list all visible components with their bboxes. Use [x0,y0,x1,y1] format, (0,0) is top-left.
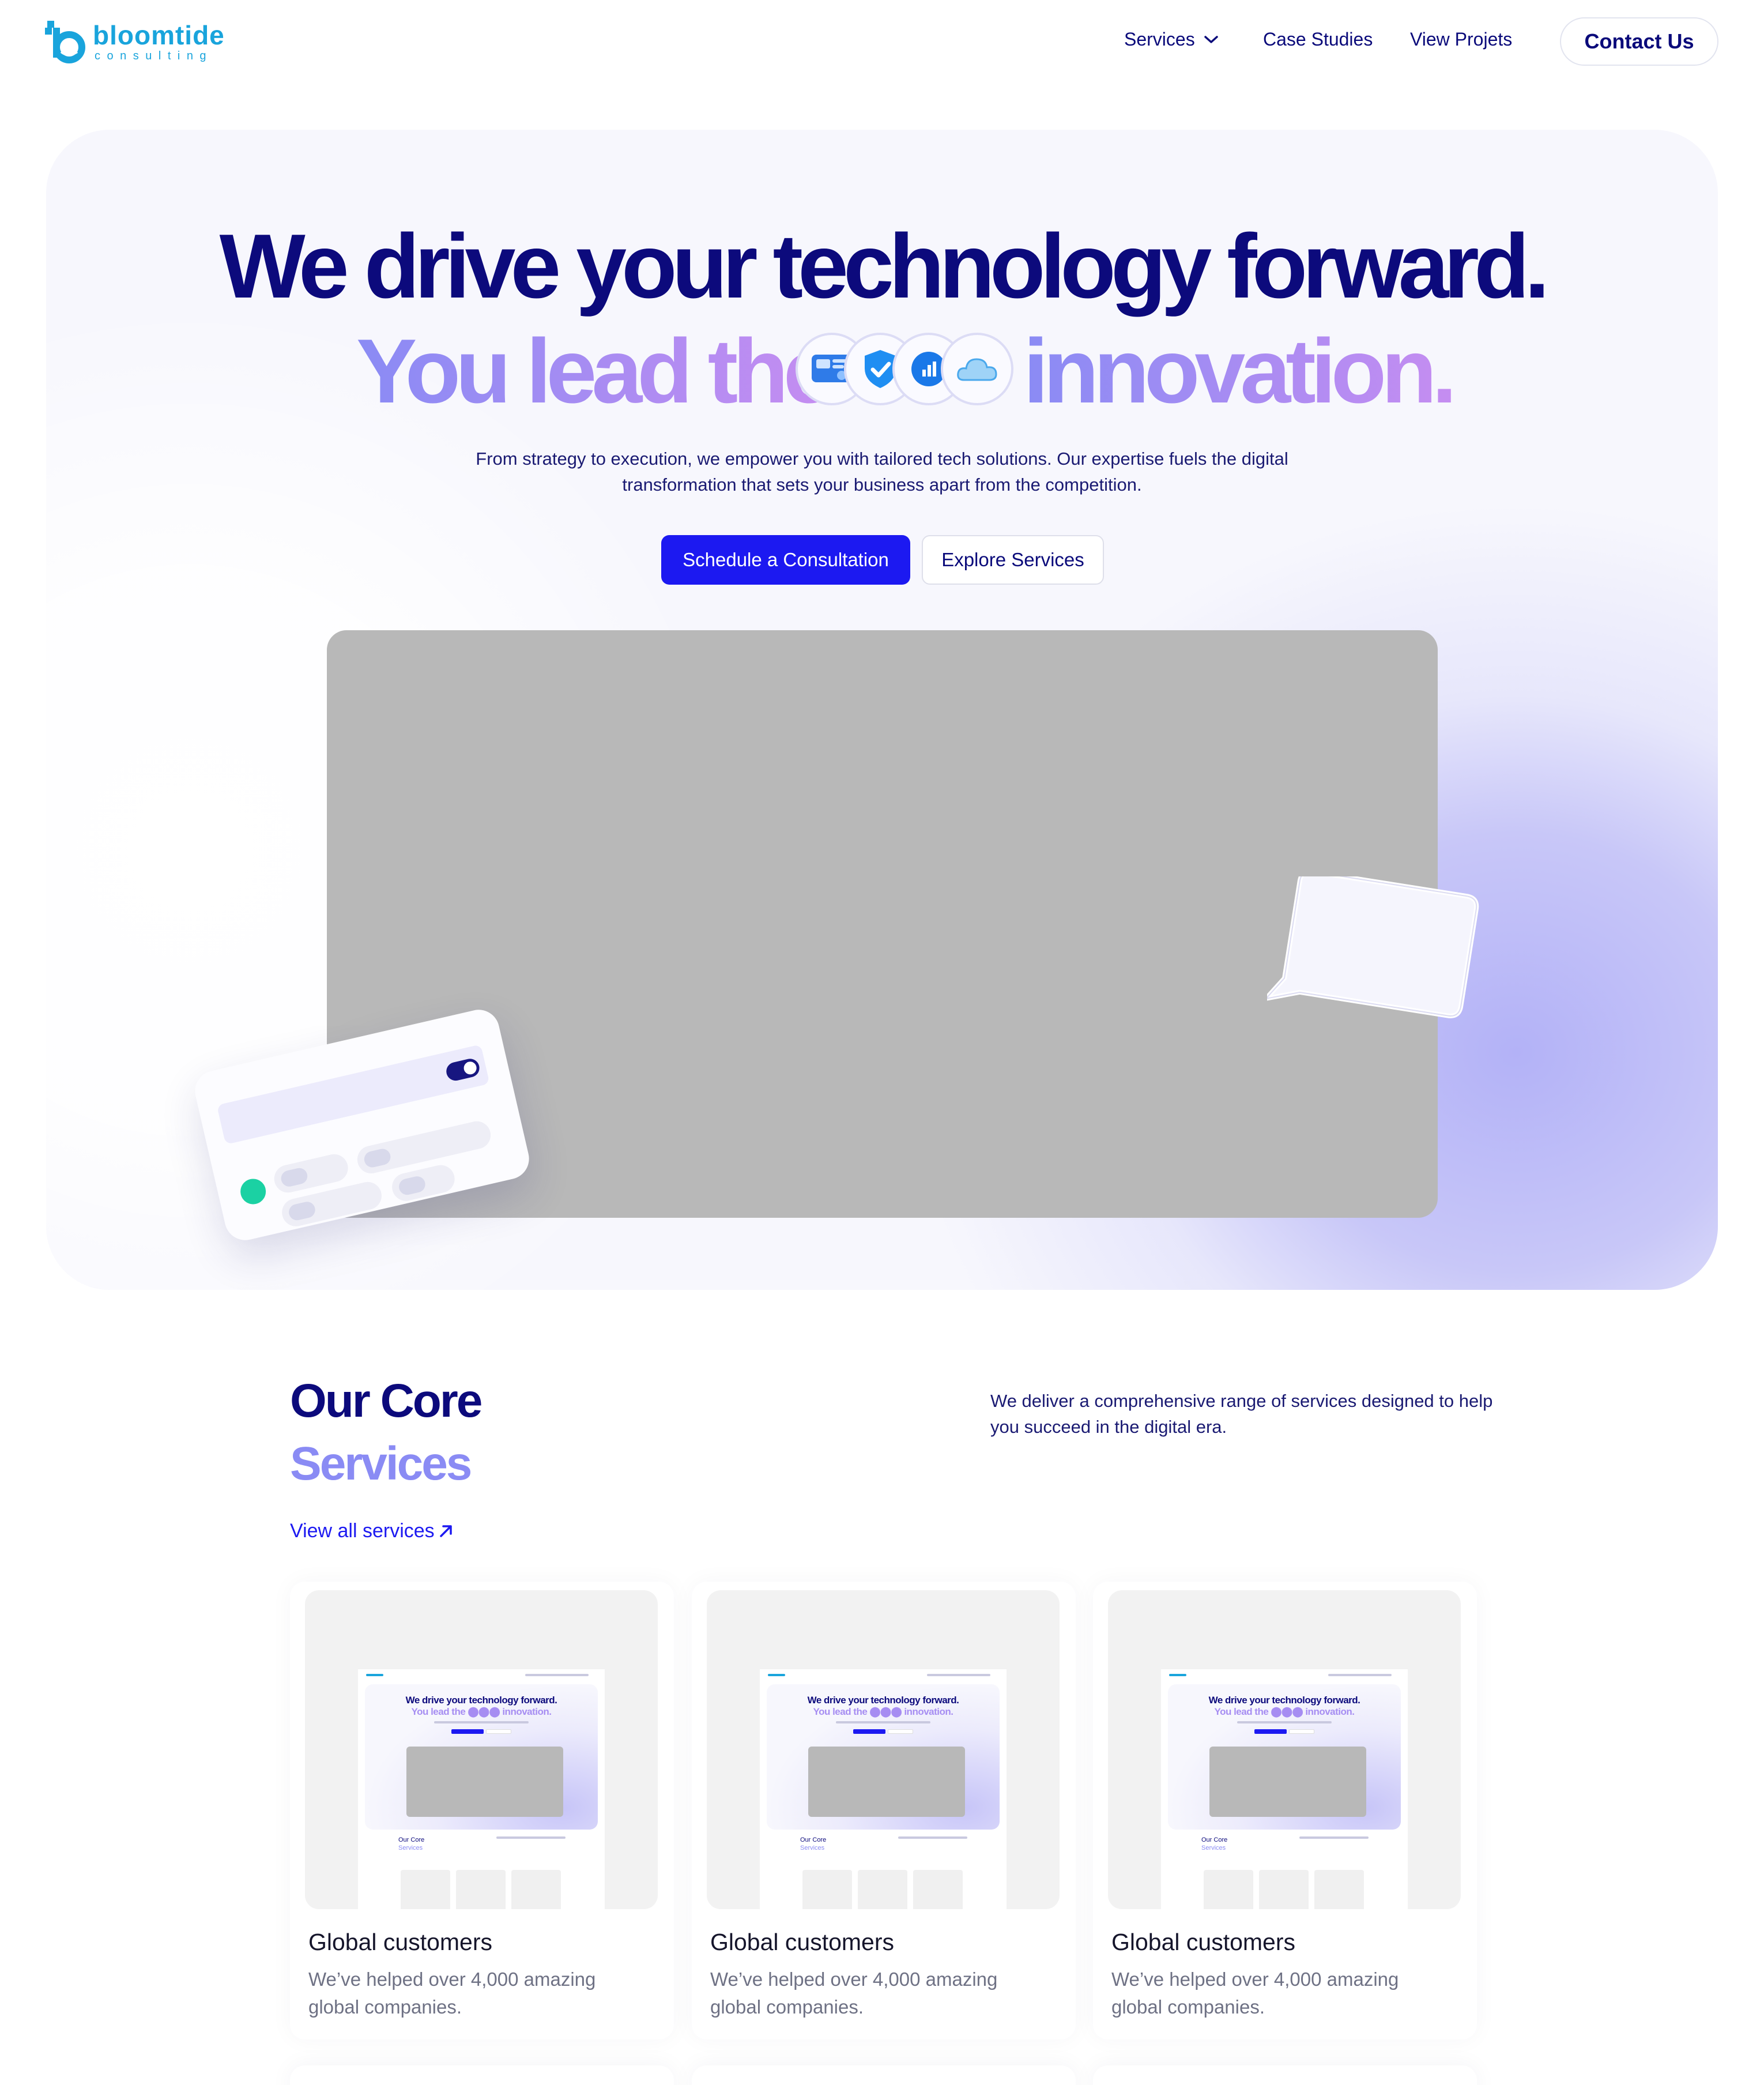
preview-section-title1: Our Core [800,1836,827,1843]
arrow-up-right-icon [440,1525,452,1537]
card-title: Global customers [1111,1929,1296,1955]
preview-headline: We drive your technology forward. [1208,1695,1360,1706]
preview-subline: You lead the ⬤⬤⬤ innovation. [411,1706,552,1717]
brand-tagline: consulting [95,50,213,62]
card-pill [355,1118,493,1176]
nav-services-label: Services [1124,29,1195,50]
preview-section-title2: Services [398,1845,423,1851]
chevron-down-icon [1204,36,1218,43]
hero-subline-left: You lead the [356,321,834,422]
services-title-line2: Services [290,1437,472,1490]
contact-us-button[interactable]: Contact Us [1560,17,1718,66]
service-card[interactable] [1093,2065,1477,2085]
chat-bubble-illustration [1267,876,1479,1018]
site-preview-image: We drive your technology forward. You le… [358,1669,605,1909]
view-all-services-link[interactable]: View all services [290,1520,452,1542]
card-title: Global customers [308,1929,493,1955]
preview-section-title2: Services [800,1845,825,1851]
card-description: We’ve helped over 4,000 amazing global c… [1111,1969,1399,2018]
card-thumbnail: We drive your technology forward. You le… [1108,1590,1461,1909]
nav-view-projects-link[interactable]: View Projets [1410,29,1512,50]
preview-headline: We drive your technology forward. [405,1695,557,1706]
hero-icon-group [796,333,1015,408]
card-thumbnail: We drive your technology forward. You le… [707,1590,1060,1909]
logo-mark-icon [45,21,85,63]
site-preview-image: We drive your technology forward. You le… [1161,1669,1408,1909]
cloud-icon [941,333,1013,405]
preview-section-title1: Our Core [398,1836,425,1843]
preview-headline: We drive your technology forward. [807,1695,959,1706]
brand-logo[interactable]: bloomtide consulting [45,20,229,66]
hero-headline: We drive your technology forward. [219,216,1550,317]
hero-description-line1: From strategy to execution, we empower y… [476,449,1288,469]
nav-services-dropdown[interactable]: Services [1124,29,1218,50]
service-card[interactable]: We drive your technology forward. You le… [290,1582,674,2039]
schedule-consultation-button[interactable]: Schedule a Consultation [661,535,910,585]
hero-description: From strategy to execution, we empower y… [46,446,1718,498]
brand-name: bloomtide [93,20,225,50]
card-thumbnail: We drive your technology forward. You le… [305,1590,658,1909]
preview-subline: You lead the ⬤⬤⬤ innovation. [1214,1706,1355,1717]
explore-services-button[interactable]: Explore Services [922,535,1104,585]
top-nav: bloomtide consulting Services Case Studi… [0,0,1764,84]
nav-case-studies-link[interactable]: Case Studies [1263,29,1373,50]
card-title: Global customers [710,1929,895,1955]
preview-subline: You lead the ⬤⬤⬤ innovation. [813,1706,954,1717]
hero-section: We drive your technology forward. You le… [46,130,1718,1290]
status-dot [238,1176,269,1207]
services-description: We deliver a comprehensive range of serv… [990,1391,1493,1437]
hero-description-line2: transformation that sets your business a… [622,475,1142,495]
services-title-line1: Our Core [290,1375,483,1427]
hero-subline-right: innovation. [1023,321,1457,422]
service-card[interactable] [692,2065,1076,2085]
card-description: We’ve helped over 4,000 amazing global c… [710,1969,998,2018]
card-description: We’ve helped over 4,000 amazing global c… [308,1969,596,2018]
view-all-label: View all services [290,1520,435,1542]
preview-section-title1: Our Core [1201,1836,1228,1843]
service-card[interactable]: We drive your technology forward. You le… [692,1582,1076,2039]
service-card[interactable]: We drive your technology forward. You le… [1093,1582,1477,2039]
preview-section-title2: Services [1201,1845,1226,1851]
site-preview-image: We drive your technology forward. You le… [760,1669,1007,1909]
service-card[interactable] [290,2065,674,2085]
